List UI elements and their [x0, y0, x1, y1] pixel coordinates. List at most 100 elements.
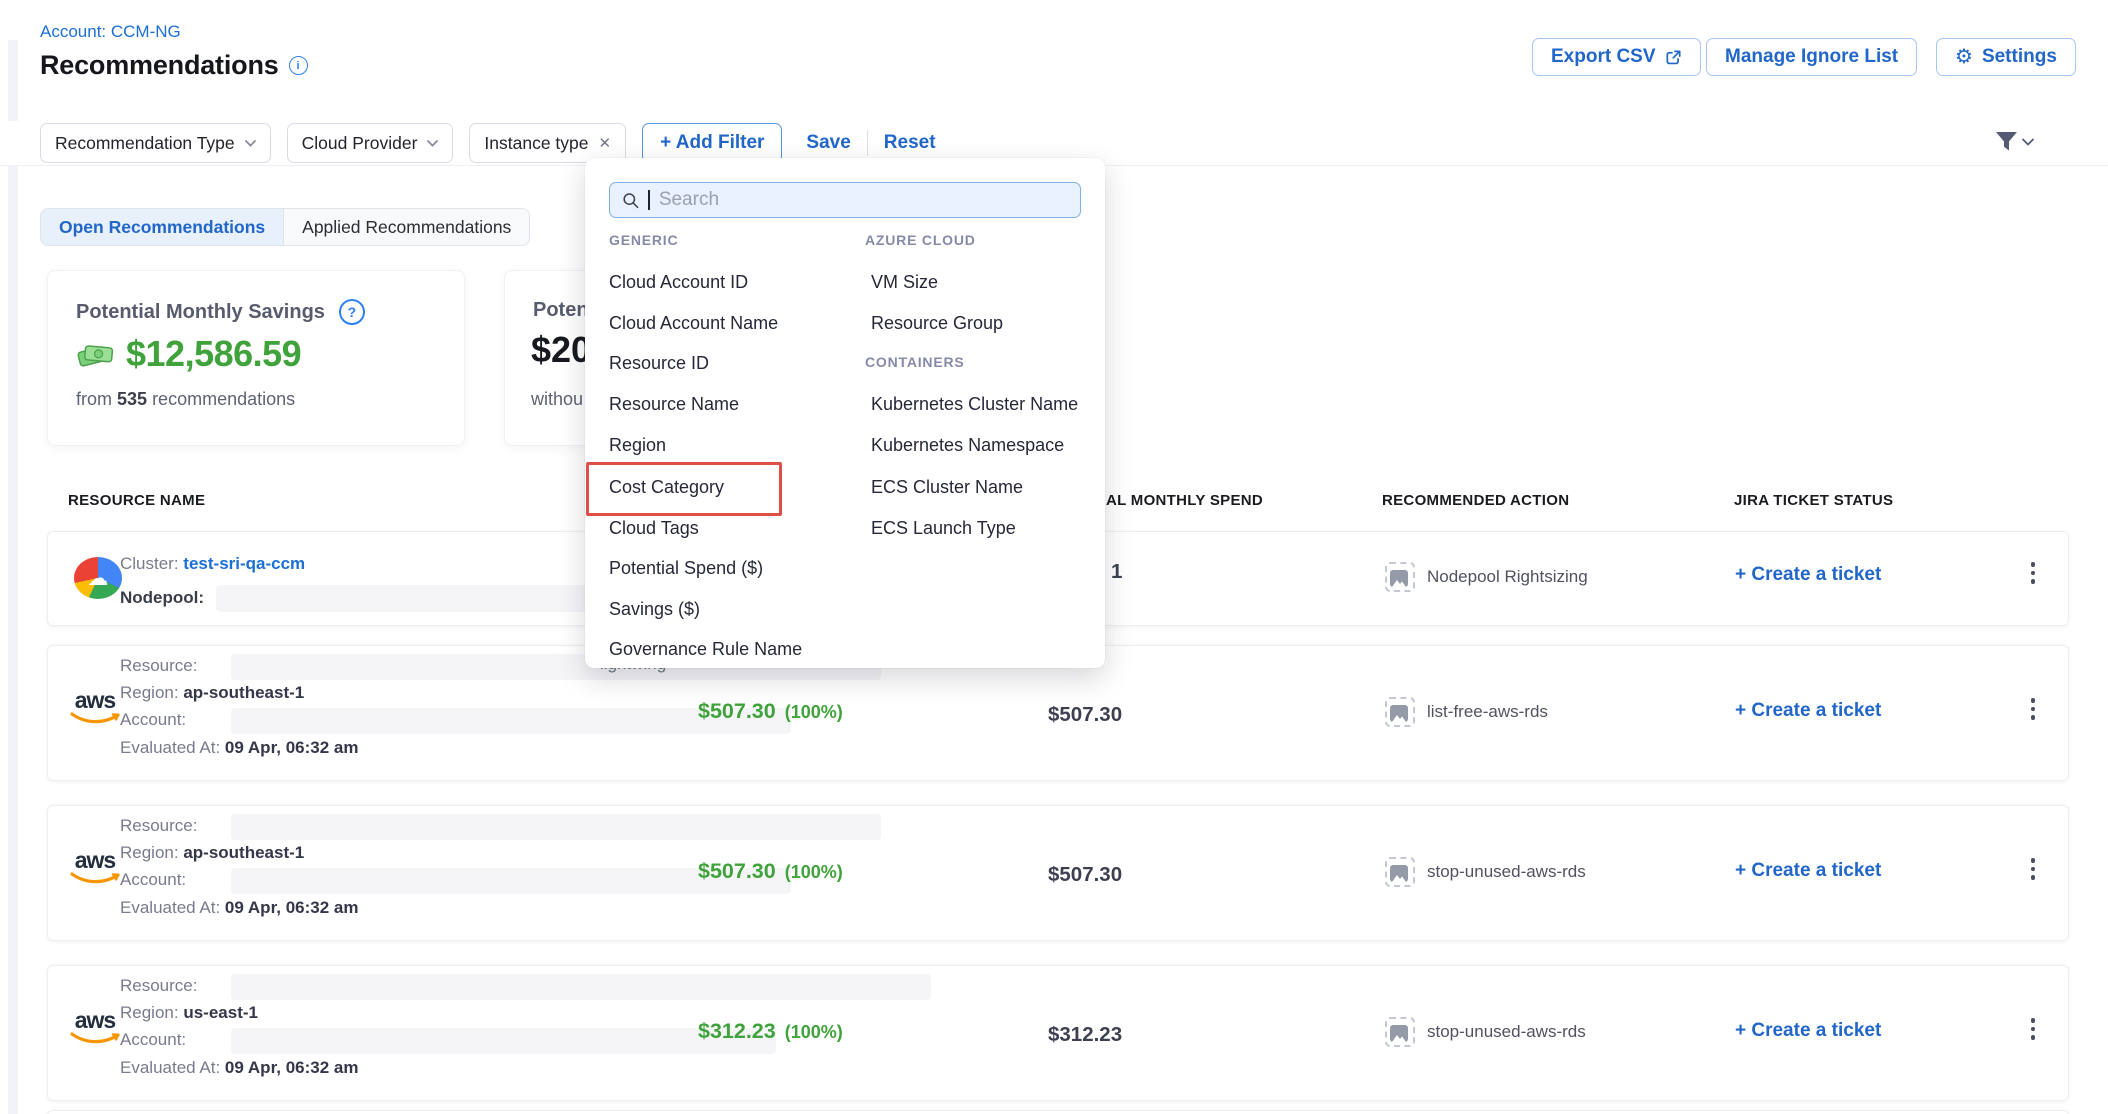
- filter-option[interactable]: Governance Rule Name: [609, 639, 802, 660]
- filter-chip-cloud-provider[interactable]: Cloud Provider: [287, 123, 454, 163]
- cluster-name-link[interactable]: test-sri-qa-ccm: [183, 554, 305, 573]
- aws-logo-icon: aws: [66, 849, 124, 890]
- monthly-spend: $507.30: [1048, 703, 1122, 727]
- divider: [867, 130, 868, 156]
- dropdown-search[interactable]: [609, 182, 1081, 218]
- recommended-action: stop-unused-aws-rds: [1385, 1017, 1586, 1047]
- filter-option[interactable]: ECS Cluster Name: [871, 477, 1023, 498]
- cluster-line: Cluster: test-sri-qa-ccm: [120, 554, 305, 574]
- row-menu-button[interactable]: [2020, 858, 2046, 880]
- monthly-spend: $312.23: [1048, 1023, 1122, 1047]
- export-csv-button[interactable]: Export CSV: [1532, 38, 1701, 76]
- savings-amount: $12,586.59: [126, 333, 301, 375]
- redacted-value: [231, 974, 931, 1000]
- chevron-down-icon: [427, 140, 438, 147]
- filter-option[interactable]: Resource Group: [871, 313, 1003, 334]
- recommendations-tabs: Open Recommendations Applied Recommendat…: [40, 208, 530, 246]
- resource-label: Resource:: [120, 976, 197, 995]
- monthly-spend: $507.30: [1048, 863, 1122, 887]
- row-menu-button[interactable]: [2020, 1018, 2046, 1040]
- filter-option[interactable]: Cloud Account ID: [609, 272, 748, 293]
- tab-open-recommendations[interactable]: Open Recommendations: [41, 209, 283, 245]
- table-row[interactable]: [47, 1110, 2069, 1114]
- action-thumbnail-icon: [1385, 1017, 1415, 1047]
- money-icon: [76, 339, 116, 369]
- filter-option[interactable]: Cloud Tags: [609, 518, 699, 539]
- redacted-value: [231, 814, 881, 840]
- card-title: Potential Monthly Savings: [76, 301, 325, 324]
- filter-option[interactable]: Cloud Account Name: [609, 313, 778, 334]
- account-label: Account:: [120, 710, 186, 729]
- redacted-value: [231, 1028, 776, 1054]
- create-ticket-link[interactable]: + Create a ticket: [1735, 1020, 1881, 1042]
- region-line: Region: ap-southeast-1: [120, 843, 304, 863]
- filter-option[interactable]: Resource ID: [609, 353, 709, 374]
- monthly-savings: $507.30 (100%): [698, 699, 843, 724]
- recommendations-page: Account: CCM-NG Recommendations i Export…: [0, 0, 2108, 1114]
- table-row[interactable]: aws Resource: Region: us-east-1 Account:…: [47, 965, 2069, 1101]
- aws-logo-icon: aws: [66, 689, 124, 730]
- column-header-resource-name: RESOURCE NAME: [68, 492, 205, 509]
- account-label: Account:: [120, 870, 186, 889]
- filter-funnel-button[interactable]: [1995, 131, 2034, 152]
- filter-option[interactable]: Region: [609, 435, 666, 456]
- resource-label: Resource:: [120, 656, 197, 675]
- spend-amount-partial: $20: [531, 329, 591, 371]
- filter-option[interactable]: VM Size: [871, 272, 938, 293]
- gear-icon: ⚙: [1955, 47, 1973, 67]
- region-line: Region: us-east-1: [120, 1003, 258, 1023]
- tab-applied-recommendations[interactable]: Applied Recommendations: [283, 209, 529, 245]
- filter-option[interactable]: ECS Launch Type: [871, 518, 1016, 539]
- row-menu-button[interactable]: [2020, 562, 2046, 584]
- gcp-logo-icon: ☁: [74, 557, 122, 599]
- info-icon[interactable]: i: [289, 56, 308, 75]
- monthly-spend-partial: 1: [1111, 560, 1122, 584]
- filter-chip-instance-type[interactable]: Instance type ✕: [469, 123, 626, 163]
- create-ticket-link[interactable]: + Create a ticket: [1735, 860, 1881, 882]
- manage-ignore-list-button[interactable]: Manage Ignore List: [1706, 38, 1917, 76]
- column-header-jira-ticket-status: JIRA TICKET STATUS: [1734, 492, 1893, 509]
- funnel-icon: [1995, 131, 2018, 152]
- spend-subtitle-partial: withou: [531, 389, 583, 410]
- evaluated-line: Evaluated At: 09 Apr, 06:32 am: [120, 738, 358, 758]
- create-ticket-link[interactable]: + Create a ticket: [1735, 564, 1881, 586]
- left-edge-strip: [8, 40, 18, 1114]
- settings-button[interactable]: ⚙ Settings: [1936, 38, 2076, 76]
- reset-filter-button[interactable]: Reset: [884, 132, 936, 154]
- account-label: Account:: [120, 1030, 186, 1049]
- potential-monthly-savings-card: Potential Monthly Savings ? $12,586.59 f…: [47, 270, 465, 446]
- card-title-partial: Poten: [533, 299, 589, 322]
- chevron-down-icon: [245, 140, 256, 147]
- filter-option[interactable]: Kubernetes Namespace: [871, 435, 1064, 456]
- add-filter-dropdown: GENERIC Cloud Account ID Cloud Account N…: [585, 158, 1105, 668]
- recommended-action: Nodepool Rightsizing: [1385, 562, 1588, 592]
- column-header-recommended-action: RECOMMENDED ACTION: [1382, 492, 1569, 509]
- action-thumbnail-icon: [1385, 857, 1415, 887]
- section-title-generic: GENERIC: [609, 232, 678, 248]
- filter-option[interactable]: Resource Name: [609, 394, 739, 415]
- evaluated-line: Evaluated At: 09 Apr, 06:32 am: [120, 898, 358, 918]
- action-thumbnail-icon: [1385, 562, 1415, 592]
- row-menu-button[interactable]: [2020, 698, 2046, 720]
- evaluated-line: Evaluated At: 09 Apr, 06:32 am: [120, 1058, 358, 1078]
- create-ticket-link[interactable]: + Create a ticket: [1735, 700, 1881, 722]
- search-input[interactable]: [659, 189, 1068, 211]
- filter-option[interactable]: Kubernetes Cluster Name: [871, 394, 1078, 415]
- search-icon: [622, 191, 639, 210]
- section-title-azure-cloud: AZURE CLOUD: [865, 232, 976, 248]
- filter-chip-recommendation-type[interactable]: Recommendation Type: [40, 123, 271, 163]
- breadcrumb[interactable]: Account: CCM-NG: [40, 22, 181, 42]
- chevron-down-icon: [2022, 138, 2034, 146]
- filter-option[interactable]: Potential Spend ($): [609, 558, 763, 579]
- table-row[interactable]: aws Resource: Region: ap-southeast-1 Acc…: [47, 805, 2069, 941]
- page-title: Recommendations: [40, 50, 279, 81]
- aws-logo-icon: aws: [66, 1009, 124, 1050]
- save-filter-button[interactable]: Save: [806, 132, 850, 154]
- add-filter-button[interactable]: + Add Filter: [642, 123, 782, 163]
- recommended-action: list-free-aws-rds: [1385, 697, 1548, 727]
- recommended-action: stop-unused-aws-rds: [1385, 857, 1586, 887]
- filter-option[interactable]: Savings ($): [609, 599, 700, 620]
- help-icon[interactable]: ?: [339, 299, 365, 325]
- close-icon[interactable]: ✕: [599, 134, 612, 152]
- nodepool-line: Nodepool:: [120, 588, 204, 608]
